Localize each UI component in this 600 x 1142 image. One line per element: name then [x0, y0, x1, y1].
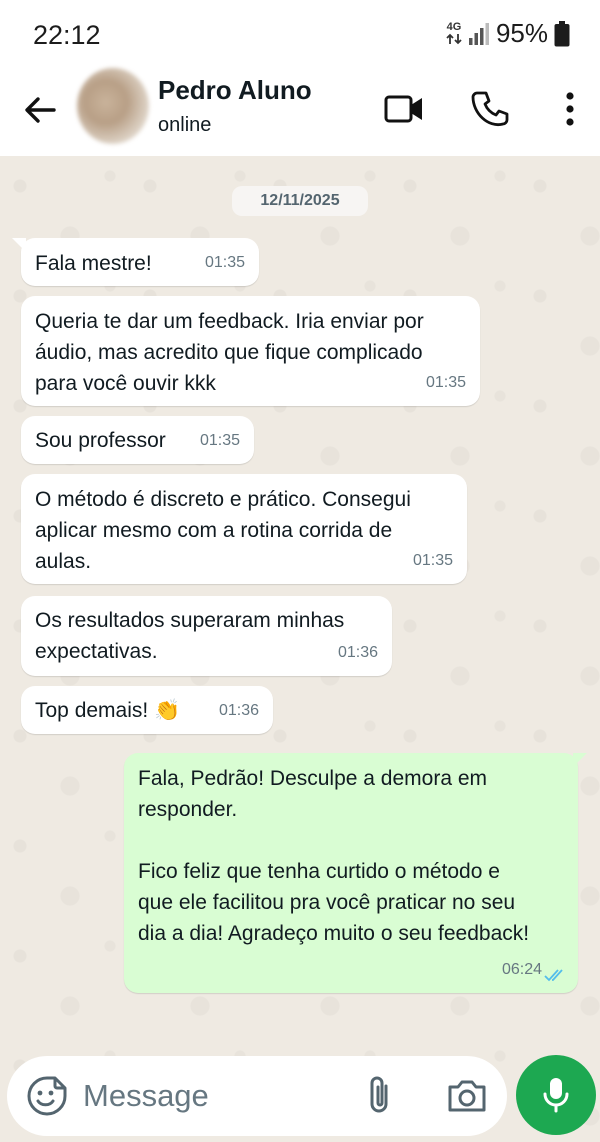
message-time: 01:36 — [218, 702, 259, 719]
video-call-button[interactable] — [383, 88, 425, 130]
message-composer — [7, 1056, 507, 1136]
message-time: 01:36 — [337, 644, 378, 661]
more-options-icon — [566, 92, 574, 126]
message-text: Queria te dar um feedback. Iria enviar p… — [35, 310, 424, 395]
message-time: 01:35 — [412, 552, 453, 569]
contact-status: online — [158, 114, 212, 136]
message-input[interactable] — [81, 1070, 345, 1122]
status-indicators: 4G 95% — [446, 18, 570, 49]
camera-icon — [448, 1080, 486, 1112]
network-indicator: 4G — [446, 22, 462, 45]
date-chip: 12/11/2025 — [232, 186, 368, 216]
message-text: Top demais! 👏 — [35, 699, 181, 722]
network-type-label: 4G — [446, 21, 462, 33]
message-incoming[interactable]: Top demais! 👏 01:36 — [21, 686, 273, 734]
more-options-button[interactable] — [550, 88, 590, 130]
emoji-button[interactable] — [25, 1074, 69, 1118]
microphone-icon — [543, 1078, 569, 1113]
emoji-sticker-icon — [27, 1076, 67, 1116]
voice-call-icon — [471, 91, 509, 127]
message-incoming[interactable]: Fala mestre! 01:35 — [12, 238, 259, 286]
attach-icon — [370, 1076, 388, 1113]
contact-avatar[interactable] — [77, 68, 149, 144]
bubble-tail — [573, 753, 587, 767]
message-incoming[interactable]: Os resultados superaram minhas expectati… — [21, 596, 392, 676]
message-text: Fala, Pedrão! Desculpe a demora em respo… — [138, 767, 530, 945]
data-arrows-icon — [446, 33, 462, 45]
signal-icon — [468, 22, 489, 45]
message-time: 01:35 — [204, 254, 245, 271]
message-incoming[interactable]: Sou professor 01:35 — [21, 416, 254, 464]
message-text: O método é discreto e prático. Consegui … — [35, 488, 411, 573]
back-arrow-icon — [25, 97, 56, 123]
back-button[interactable] — [20, 90, 60, 130]
message-incoming[interactable]: Queria te dar um feedback. Iria enviar p… — [21, 296, 480, 406]
attach-button[interactable] — [358, 1074, 402, 1118]
message-text: Os resultados superaram minhas expectati… — [35, 609, 345, 663]
message-incoming[interactable]: O método é discreto e prático. Consegui … — [21, 474, 467, 584]
battery-icon — [554, 20, 570, 46]
voice-call-button[interactable] — [471, 88, 513, 130]
battery-percentage: 95% — [495, 18, 548, 48]
message-time: 06:24 — [501, 961, 542, 978]
status-bar: 22:12 4G 95% — [0, 0, 600, 66]
chat-header: Pedro Aluno online — [0, 66, 600, 156]
video-call-icon — [384, 95, 422, 123]
status-time: 22:12 — [33, 20, 101, 50]
message-text: Sou professor — [35, 429, 166, 452]
voice-message-button[interactable] — [516, 1055, 596, 1135]
message-time: 01:35 — [199, 432, 240, 449]
bubble-tail — [12, 238, 26, 252]
message-time: 01:35 — [425, 374, 466, 391]
read-receipt-icon — [544, 969, 563, 982]
message-text: Fala mestre! — [35, 252, 152, 275]
camera-button[interactable] — [445, 1074, 489, 1118]
contact-name: Pedro Aluno — [158, 75, 312, 105]
message-outgoing[interactable]: Fala, Pedrão! Desculpe a demora em respo… — [124, 753, 587, 993]
